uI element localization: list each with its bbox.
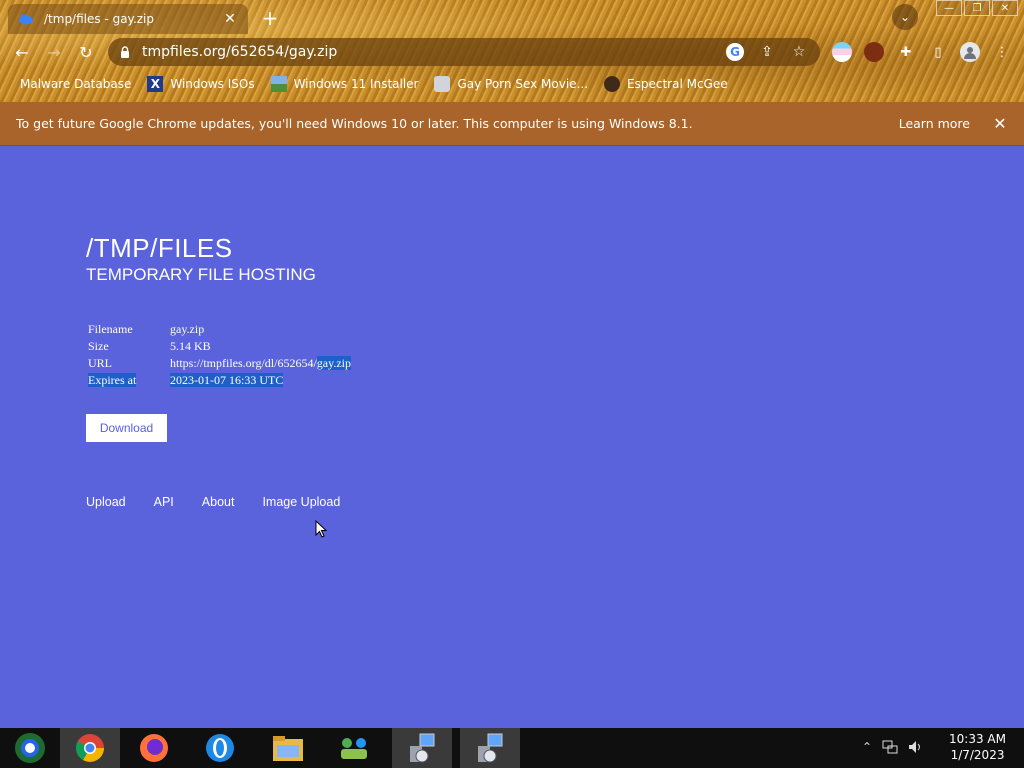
windows-taskbar: ⌃ 10:33 AM 1/7/2023 — [0, 728, 1024, 768]
bookmark-star-icon[interactable]: ☆ — [790, 43, 808, 61]
clock-time: 10:33 AM — [949, 732, 1006, 746]
minimize-button[interactable]: — — [936, 0, 962, 16]
taskbar-firefox[interactable] — [124, 728, 184, 768]
flag-extension-icon[interactable] — [832, 42, 852, 62]
reload-button[interactable]: ↻ — [74, 40, 98, 64]
url-prefix: https://tmpfiles.org/dl/652654/ — [170, 356, 317, 370]
browser-tab[interactable]: /tmp/files - gay.zip ✕ — [8, 4, 248, 34]
site-favicon-icon — [434, 76, 451, 92]
info-value: 5.14 KB — [170, 339, 211, 353]
bookmark-label: Windows ISOs — [170, 77, 255, 91]
people-network-icon — [341, 738, 367, 759]
new-tab-button[interactable]: + — [260, 6, 280, 30]
forward-button[interactable]: → — [42, 40, 66, 64]
toolbar: ← → ↻ tmpfiles.org/652654/gay.zip G ⇪ ☆ … — [0, 36, 1024, 68]
download-button[interactable]: Download — [86, 414, 167, 442]
api-link[interactable]: API — [154, 495, 174, 509]
back-button[interactable]: ← — [10, 40, 34, 64]
info-key: Filename — [88, 322, 133, 336]
close-window-button[interactable]: ✕ — [992, 0, 1018, 16]
url-selected-part: gay.zip — [316, 356, 352, 370]
page-content: /TMP/FILES TEMPORARY FILE HOSTING Filena… — [0, 147, 1024, 728]
site-title: /TMP/FILES — [86, 233, 233, 263]
table-row: Size 5.14 KB — [86, 338, 353, 355]
info-value: 2023-01-07 16:33 UTC — [170, 373, 284, 387]
profile-avatar-icon[interactable] — [960, 42, 980, 62]
start-button[interactable] — [0, 728, 60, 768]
mouse-cursor-icon — [315, 520, 327, 538]
bookmark-item[interactable]: Malware Database — [20, 77, 131, 91]
system-tray: ⌃ — [862, 740, 924, 754]
cloud-icon — [19, 14, 33, 25]
extensions-puzzle-icon[interactable]: ✚ — [896, 42, 916, 62]
chrome-menu-icon[interactable]: ⋮ — [992, 42, 1012, 62]
restore-button[interactable]: ❐ — [964, 0, 990, 16]
extension-area: ✚ ▯ ⋮ — [832, 42, 1012, 62]
tab-title: /tmp/files - gay.zip — [44, 12, 155, 26]
infobar-message: To get future Google Chrome updates, you… — [16, 116, 693, 131]
bookmark-label: Windows 11 Installer — [293, 77, 419, 91]
setup-installer-icon — [410, 733, 435, 763]
info-key: Expires at — [88, 373, 137, 387]
volume-icon[interactable] — [908, 740, 924, 754]
taskbar-installer-1[interactable] — [392, 728, 452, 768]
tab-search-button[interactable]: ⌄ — [892, 4, 918, 30]
setup-installer-icon — [478, 733, 503, 763]
browser-chrome: /tmp/files - gay.zip ✕ + ⌄ — ❐ ✕ ← → ↻ t… — [0, 0, 1024, 102]
bookmark-item[interactable]: Gay Porn Sex Movie... — [434, 76, 588, 92]
info-key: Size — [88, 339, 109, 353]
bookmark-item[interactable]: X Windows ISOs — [147, 76, 255, 92]
character-face-icon — [604, 76, 621, 92]
upload-link[interactable]: Upload — [86, 495, 126, 509]
taskbar-installer-2[interactable] — [460, 728, 520, 768]
clock-date: 1/7/2023 — [950, 748, 1005, 762]
close-infobar-icon[interactable]: ✕ — [992, 114, 1008, 133]
x-logo-icon: X — [147, 76, 164, 92]
share-icon[interactable]: ⇪ — [758, 43, 776, 61]
image-icon — [270, 76, 287, 92]
site-subtitle: TEMPORARY FILE HOSTING — [86, 265, 316, 284]
taskbar-chrome[interactable] — [60, 728, 120, 768]
window-controls: — ❐ ✕ — [936, 0, 1018, 16]
url-text[interactable]: https://tmpfiles.org/dl/652654/gay.zip — [170, 356, 352, 370]
update-infobar: To get future Google Chrome updates, you… — [0, 102, 1024, 146]
taskbar-clock[interactable]: 10:33 AM 1/7/2023 — [949, 731, 1006, 763]
table-row: Expires at 2023-01-07 16:33 UTC — [86, 372, 353, 389]
image-upload-link[interactable]: Image Upload — [262, 495, 340, 509]
table-row: Filename gay.zip — [86, 321, 353, 338]
table-row: URL https://tmpfiles.org/dl/652654/gay.z… — [86, 355, 353, 372]
avatar-extension-icon[interactable] — [864, 42, 884, 62]
network-icon[interactable] — [882, 740, 898, 754]
omnibox-actions: G ⇪ ☆ — [726, 43, 808, 61]
bookmark-label: Espectral McGee — [627, 77, 728, 91]
bookmarks-bar: Malware Database X Windows ISOs Windows … — [0, 72, 1024, 96]
learn-more-link[interactable]: Learn more — [899, 116, 970, 131]
chrome-icon — [76, 734, 104, 762]
address-url[interactable]: tmpfiles.org/652654/gay.zip — [142, 44, 726, 60]
file-info-table: Filename gay.zip Size 5.14 KB URL https:… — [86, 321, 353, 389]
taskbar-network-app[interactable] — [324, 728, 384, 768]
info-value: gay.zip — [170, 322, 205, 336]
lock-icon[interactable] — [120, 46, 130, 58]
show-hidden-icons-button[interactable]: ⌃ — [862, 740, 872, 754]
opera-icon — [206, 734, 234, 762]
side-panel-icon[interactable]: ▯ — [928, 42, 948, 62]
info-value-url[interactable]: https://tmpfiles.org/dl/652654/gay.zip — [168, 355, 353, 372]
taskbar-file-explorer[interactable] — [258, 728, 318, 768]
firefox-icon — [140, 734, 168, 762]
bookmark-label: Gay Porn Sex Movie... — [457, 77, 589, 91]
info-key: URL — [88, 356, 112, 370]
address-bar[interactable]: tmpfiles.org/652654/gay.zip G ⇪ ☆ — [108, 38, 820, 66]
bookmark-item[interactable]: Windows 11 Installer — [270, 76, 419, 92]
close-tab-icon[interactable]: ✕ — [222, 11, 238, 27]
google-lens-icon[interactable]: G — [726, 43, 744, 61]
about-link[interactable]: About — [202, 495, 235, 509]
taskbar-opera[interactable] — [190, 728, 250, 768]
folder-icon — [273, 736, 303, 761]
bookmark-item[interactable]: Espectral McGee — [604, 76, 728, 92]
footer-nav: Upload API About Image Upload — [86, 495, 340, 509]
bookmark-label: Malware Database — [20, 77, 132, 91]
start-orb-icon — [15, 733, 45, 763]
